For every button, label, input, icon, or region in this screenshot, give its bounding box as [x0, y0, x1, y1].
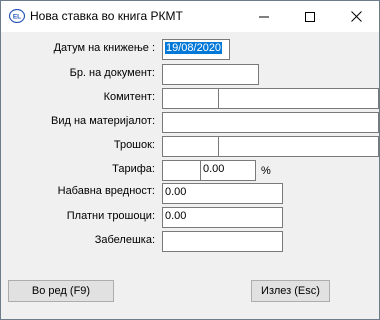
tariff-percent-field[interactable]: 0.00	[200, 160, 256, 181]
close-icon	[350, 11, 362, 22]
paid-costs-field[interactable]: 0.00	[162, 207, 283, 228]
maximize-button[interactable]	[287, 1, 333, 32]
cost-name-field[interactable]	[218, 136, 379, 157]
app-icon: EL	[8, 8, 26, 24]
cost-code-field[interactable]	[162, 136, 219, 157]
paid-costs-label: Платни трошоци:	[66, 210, 155, 222]
tariff-label: Тарифа:	[112, 163, 155, 175]
window-title: Нова ставка во книга РКМТ	[30, 9, 183, 23]
form-area: Датум на книжење : 19/08/2020 Бр. на док…	[1, 32, 379, 319]
svg-text:EL: EL	[13, 14, 21, 21]
note-field[interactable]	[162, 231, 283, 252]
percent-sign: %	[261, 165, 271, 177]
purchase-value-field[interactable]: 0.00	[162, 183, 283, 204]
dialog-window: EL Нова ставка во книга РКМТ Датум на кн…	[0, 0, 380, 320]
purchase-value-label: Набавна вредност:	[57, 185, 155, 197]
partner-code-field[interactable]	[162, 88, 219, 109]
posting-date-label: Датум на книжење :	[53, 42, 155, 54]
close-button[interactable]	[333, 1, 379, 32]
ok-button[interactable]: Во ред (F9)	[8, 280, 114, 302]
document-no-field[interactable]	[162, 64, 259, 85]
cost-label: Трошок:	[113, 139, 155, 151]
posting-date-field[interactable]: 19/08/2020	[162, 39, 230, 60]
partner-label: Комитент:	[103, 91, 155, 103]
exit-button[interactable]: Излез (Esc)	[251, 280, 330, 302]
minimize-icon	[259, 16, 269, 17]
tariff-code-field[interactable]	[162, 160, 201, 181]
material-type-field[interactable]	[162, 112, 379, 133]
posting-date-value: 19/08/2020	[165, 42, 223, 54]
minimize-button[interactable]	[241, 1, 287, 32]
partner-name-field[interactable]	[218, 88, 379, 109]
title-bar[interactable]: EL Нова ставка во книга РКМТ	[1, 1, 379, 32]
material-type-label: Вид на материјалот:	[50, 115, 155, 127]
maximize-icon	[305, 11, 315, 22]
note-label: Забелешка:	[94, 234, 155, 246]
document-no-label: Бр. на документ:	[69, 67, 155, 79]
